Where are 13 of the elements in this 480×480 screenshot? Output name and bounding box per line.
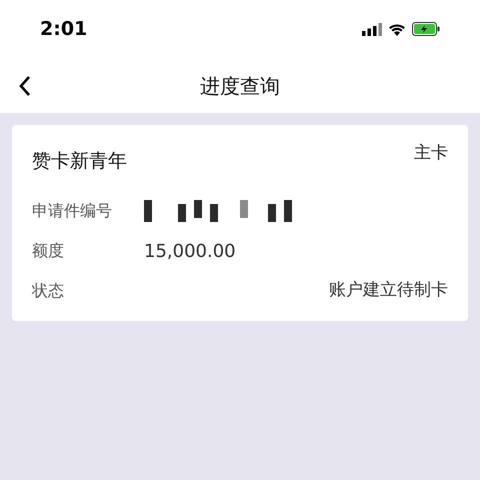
field-label: 状态 <box>32 280 65 302</box>
page-title: 进度查询 <box>200 72 280 100</box>
field-label: 申请件编号 <box>32 200 113 222</box>
status-value: 账户建立待制卡 <box>329 279 448 302</box>
wifi-icon <box>388 22 406 36</box>
card-type: 主卡 <box>414 142 448 165</box>
card-name: 赞卡新青年 <box>32 149 127 174</box>
field-label: 额度 <box>32 240 65 262</box>
back-icon <box>18 74 32 96</box>
battery-icon <box>412 22 440 36</box>
field-value: 15,000.00 <box>144 240 236 264</box>
signal-icon <box>362 22 382 36</box>
status-time: 2:01 <box>40 16 88 42</box>
